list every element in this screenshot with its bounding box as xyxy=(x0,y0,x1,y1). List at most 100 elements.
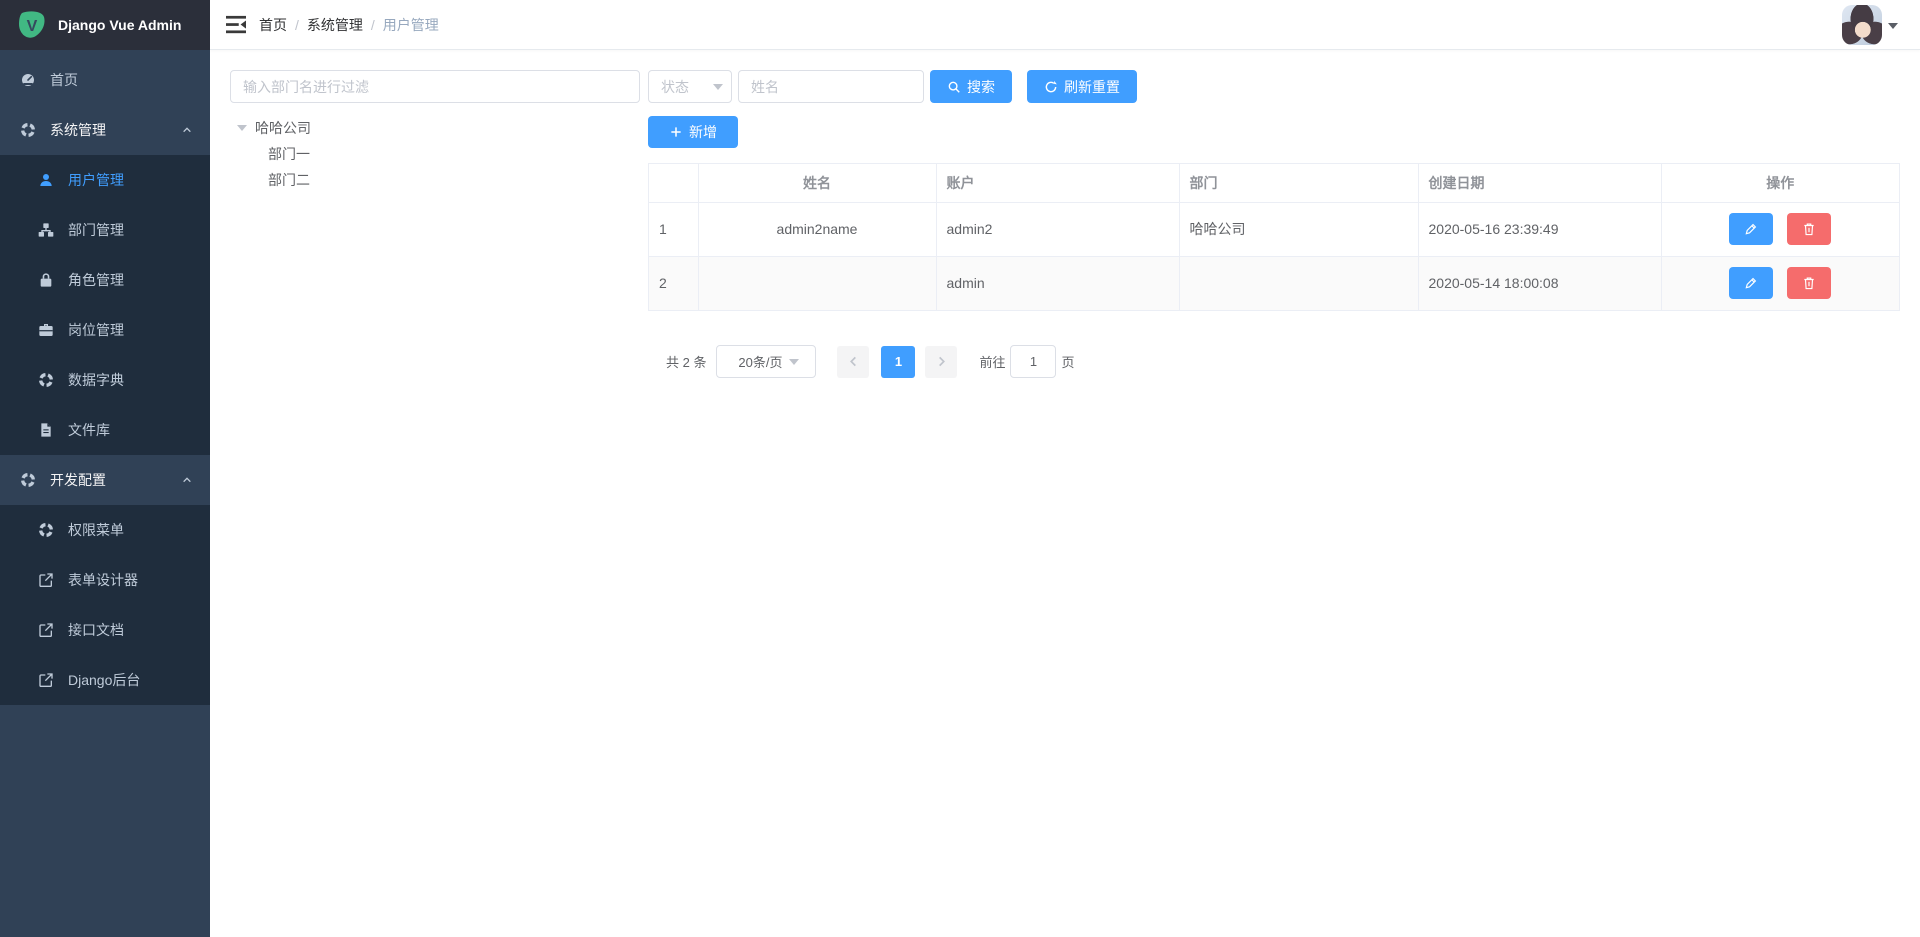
cell-account: admin xyxy=(936,256,1179,310)
cell-actions xyxy=(1661,256,1899,310)
pagination: 共 2 条 20条/页 1 前往 页 xyxy=(666,345,1900,378)
org-tree-icon xyxy=(38,222,54,238)
briefcase-icon xyxy=(38,322,54,338)
sidebar-item-label: 数据字典 xyxy=(68,370,124,390)
external-link-icon xyxy=(38,572,54,588)
sidebar-item-api-docs[interactable]: 接口文档 xyxy=(0,605,210,655)
cell-index: 1 xyxy=(649,202,698,256)
column-header-department: 部门 xyxy=(1179,164,1418,202)
column-header-name: 姓名 xyxy=(698,164,936,202)
chevron-left-icon xyxy=(848,356,859,367)
tree-node-label: 哈哈公司 xyxy=(255,118,311,138)
sidebar-item-label: 首页 xyxy=(50,70,78,90)
sidebar-item-system-mgmt[interactable]: 系统管理 xyxy=(0,105,210,155)
breadcrumb-separator: / xyxy=(295,17,299,33)
add-button-label: 新增 xyxy=(689,122,717,142)
department-panel: 哈哈公司 部门一 部门二 xyxy=(230,70,640,193)
document-icon xyxy=(38,422,54,438)
sidebar-item-post-mgmt[interactable]: 岗位管理 xyxy=(0,305,210,355)
vue-logo-icon: V xyxy=(16,9,48,41)
search-button-label: 搜索 xyxy=(967,77,995,97)
table-row: 1 admin2name admin2 哈哈公司 2020-05-16 23:3… xyxy=(649,202,1899,256)
cell-department xyxy=(1179,256,1418,310)
page-size-value: 20条/页 xyxy=(738,352,782,371)
department-filter-input[interactable] xyxy=(230,70,640,103)
sidebar-item-file-library[interactable]: 文件库 xyxy=(0,405,210,455)
search-icon xyxy=(947,80,961,94)
top-navbar: 首页 / 系统管理 / 用户管理 xyxy=(210,0,1920,50)
sidebar-toggle-fold-icon[interactable] xyxy=(225,15,247,35)
delete-button[interactable] xyxy=(1787,267,1831,299)
breadcrumb-system-mgmt[interactable]: 系统管理 xyxy=(307,15,363,35)
sidebar-item-role-mgmt[interactable]: 角色管理 xyxy=(0,255,210,305)
user-avatar[interactable] xyxy=(1842,5,1882,45)
refresh-reset-button-label: 刷新重置 xyxy=(1064,77,1120,97)
sidebar-item-label: 开发配置 xyxy=(50,470,106,490)
column-header-account: 账户 xyxy=(936,164,1179,202)
main-area: 首页 / 系统管理 / 用户管理 哈哈公司 部门一 部门二 xyxy=(210,0,1920,398)
sidebar-item-label: 表单设计器 xyxy=(68,570,138,590)
tree-node-child[interactable]: 部门二 xyxy=(230,167,640,193)
tree-node-label: 部门二 xyxy=(268,170,310,190)
breadcrumb-home[interactable]: 首页 xyxy=(259,15,287,35)
filter-toolbar: 状态 搜索 刷新重置 xyxy=(648,70,1900,103)
status-select[interactable]: 状态 xyxy=(648,70,732,103)
refresh-reset-button[interactable]: 刷新重置 xyxy=(1027,70,1137,103)
app-logo[interactable]: V Django Vue Admin xyxy=(0,0,210,50)
component-icon xyxy=(38,522,54,538)
chevron-down-icon xyxy=(789,359,799,365)
sidebar: V Django Vue Admin 首页 系统管理 xyxy=(0,0,210,937)
cell-name xyxy=(698,256,936,310)
user-icon xyxy=(38,172,54,188)
prev-page-button[interactable] xyxy=(837,346,869,378)
edit-button[interactable] xyxy=(1729,267,1773,299)
next-page-button[interactable] xyxy=(925,346,957,378)
trash-icon xyxy=(1802,276,1816,290)
search-button[interactable]: 搜索 xyxy=(930,70,1012,103)
add-button[interactable]: 新增 xyxy=(648,116,738,148)
edit-button[interactable] xyxy=(1729,213,1773,245)
page-size-select[interactable]: 20条/页 xyxy=(716,345,816,378)
status-select-placeholder: 状态 xyxy=(661,77,689,97)
component-icon xyxy=(38,372,54,388)
sidebar-item-dept-mgmt[interactable]: 部门管理 xyxy=(0,205,210,255)
trash-icon xyxy=(1802,222,1816,236)
sidebar-item-perm-menu[interactable]: 权限菜单 xyxy=(0,505,210,555)
column-header-actions: 操作 xyxy=(1661,164,1899,202)
edit-icon xyxy=(1744,276,1758,290)
chevron-up-icon xyxy=(182,125,192,135)
cell-index: 2 xyxy=(649,256,698,310)
table-header-row: 姓名 账户 部门 创建日期 操作 xyxy=(649,164,1899,202)
column-header-index xyxy=(649,164,698,202)
tree-node-child[interactable]: 部门一 xyxy=(230,141,640,167)
sidebar-item-data-dict[interactable]: 数据字典 xyxy=(0,355,210,405)
goto-page-input[interactable] xyxy=(1010,345,1056,378)
dashboard-icon xyxy=(20,72,36,88)
cell-account: admin2 xyxy=(936,202,1179,256)
breadcrumb: 首页 / 系统管理 / 用户管理 xyxy=(259,15,439,35)
sidebar-item-label: 系统管理 xyxy=(50,120,106,140)
sidebar-item-django-admin[interactable]: Django后台 xyxy=(0,655,210,705)
column-header-created: 创建日期 xyxy=(1418,164,1661,202)
goto-unit-label: 页 xyxy=(1061,352,1074,371)
sidebar-item-form-designer[interactable]: 表单设计器 xyxy=(0,555,210,605)
name-filter-input[interactable] xyxy=(738,70,924,103)
sidebar-item-home[interactable]: 首页 xyxy=(0,55,210,105)
delete-button[interactable] xyxy=(1787,213,1831,245)
edit-icon xyxy=(1744,222,1758,236)
user-panel: 状态 搜索 刷新重置 xyxy=(648,70,1900,378)
sidebar-item-label: 角色管理 xyxy=(68,270,124,290)
caret-down-icon[interactable] xyxy=(237,125,247,131)
sidebar-item-dev-config[interactable]: 开发配置 xyxy=(0,455,210,505)
breadcrumb-current: 用户管理 xyxy=(383,15,439,35)
submenu-system: 用户管理 部门管理 角色管理 xyxy=(0,155,210,455)
cell-created: 2020-05-14 18:00:08 xyxy=(1418,256,1661,310)
user-menu[interactable] xyxy=(1842,5,1898,45)
sidebar-item-user-mgmt[interactable]: 用户管理 xyxy=(0,155,210,205)
page-number-button[interactable]: 1 xyxy=(881,346,915,378)
sidebar-item-label: 部门管理 xyxy=(68,220,124,240)
tree-node-root[interactable]: 哈哈公司 xyxy=(230,115,640,141)
plus-icon xyxy=(669,125,683,139)
app-title: Django Vue Admin xyxy=(58,17,181,33)
cell-name: admin2name xyxy=(698,202,936,256)
